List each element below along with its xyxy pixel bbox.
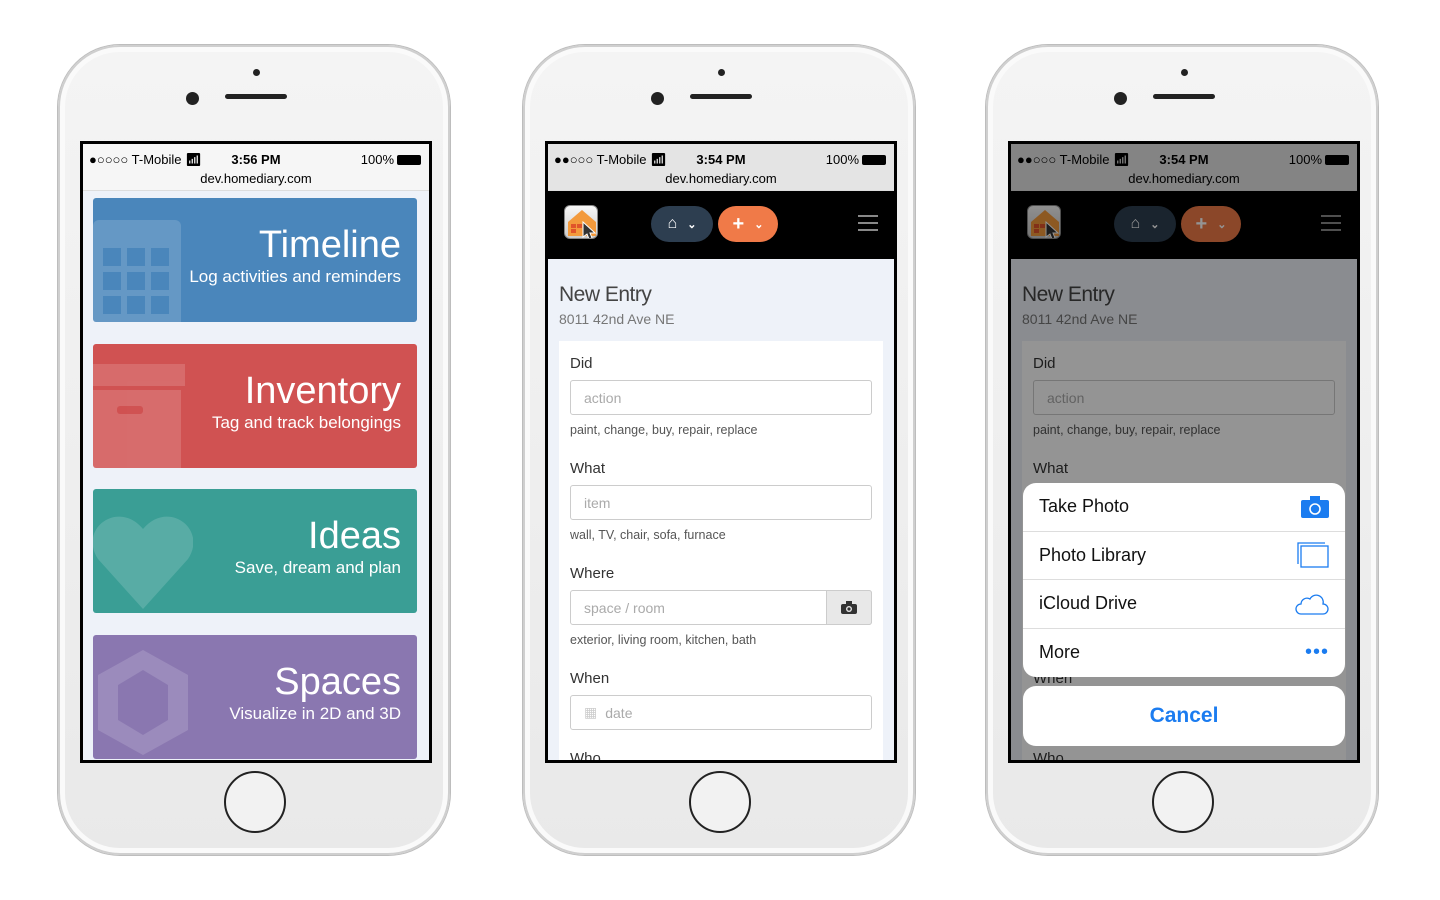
navbar: ⌂ ⌄ + ⌄ — [548, 191, 894, 259]
option-label: More — [1039, 642, 1081, 663]
speaker — [1153, 94, 1215, 99]
main-content: New Entry 8011 42nd Ave NE Did action pa… — [548, 259, 894, 763]
what-input[interactable]: item — [570, 485, 872, 520]
placeholder: date — [605, 704, 633, 721]
status-bar: ●●○○○ T-Mobile 📶︎ 3:54 PM 100% dev.homed… — [548, 144, 894, 191]
where-help: exterior, living room, kitchen, bath — [570, 633, 757, 647]
calendar-icon — [93, 220, 181, 322]
home-button[interactable] — [1152, 771, 1214, 833]
homediary-logo[interactable] — [564, 205, 598, 239]
address-bar[interactable]: dev.homediary.com — [548, 171, 894, 186]
tile-inventory[interactable]: Inventory Tag and track belongings — [93, 344, 417, 468]
photo-library-option[interactable]: Photo Library — [1023, 532, 1345, 580]
front-camera — [186, 92, 199, 105]
did-label: Did — [570, 355, 593, 372]
add-menu-button[interactable]: + ⌄ — [718, 206, 778, 242]
heart-icon — [93, 516, 193, 609]
placeholder: space / room — [584, 599, 665, 616]
chevron-down-icon: ⌄ — [687, 218, 697, 231]
home-menu-button[interactable]: ⌂ ⌄ — [651, 206, 713, 242]
camera-icon — [841, 601, 857, 614]
phone-3: ●●○○○ T-Mobile 📶︎ 3:54 PM 100% dev.homed… — [986, 45, 1378, 855]
what-help: wall, TV, chair, sofa, furnace — [570, 528, 726, 542]
more-icon: ••• — [1304, 641, 1329, 664]
more-option[interactable]: More ••• — [1023, 629, 1345, 678]
app: ⌂ ⌄ + ⌄ New Entry 8011 42nd Ave NE Did act… — [548, 191, 894, 763]
calendar-icon: ▦ — [584, 704, 598, 720]
tile-spaces[interactable]: Spaces Visualize in 2D and 3D — [93, 635, 417, 759]
when-label: When — [570, 670, 610, 687]
speaker — [225, 94, 287, 99]
cloud-icon — [1295, 594, 1329, 615]
take-photo-option[interactable]: Take Photo — [1023, 483, 1345, 532]
proximity-sensor — [718, 69, 725, 76]
icloud-drive-option[interactable]: iCloud Drive — [1023, 580, 1345, 629]
cancel-button[interactable]: Cancel — [1023, 686, 1345, 746]
speaker — [690, 94, 752, 99]
address-subtitle: 8011 42nd Ave NE — [559, 311, 675, 327]
proximity-sensor — [253, 69, 260, 76]
photo-library-icon — [1297, 542, 1329, 568]
cancel-sheet: Cancel — [1023, 686, 1345, 746]
home-button[interactable] — [224, 771, 286, 833]
page-title: New Entry — [559, 283, 652, 306]
address-bar[interactable]: dev.homediary.com — [83, 171, 429, 186]
camera-icon — [1301, 495, 1329, 518]
hamburger-menu-icon[interactable] — [858, 215, 878, 236]
screen: ●●○○○ T-Mobile 📶︎ 3:54 PM 100% dev.homed… — [1008, 141, 1360, 763]
option-label: iCloud Drive — [1039, 593, 1138, 614]
plus-icon: + — [732, 212, 745, 235]
front-camera — [1114, 92, 1127, 105]
battery-level: 100% — [825, 152, 859, 167]
battery-icon — [862, 154, 886, 165]
front-camera — [651, 92, 664, 105]
tile-timeline[interactable]: Timeline Log activities and reminders — [93, 198, 417, 322]
phone-1: ●○○○○ T-Mobile 📶︎ 3:56 PM 100% dev.homed… — [58, 45, 450, 855]
did-help: paint, change, buy, repair, replace — [570, 423, 758, 437]
where-label: Where — [570, 565, 615, 582]
placeholder: action — [584, 389, 622, 406]
battery: 100% — [826, 152, 886, 167]
proximity-sensor — [1181, 69, 1188, 76]
where-input[interactable]: space / room — [570, 590, 872, 625]
option-label: Take Photo — [1039, 496, 1130, 517]
action-sheet: Take Photo Photo Library iCloud Drive Mo… — [1023, 483, 1345, 677]
home-icon: ⌂ — [667, 215, 678, 232]
when-input[interactable]: ▦ date — [570, 695, 872, 730]
home-button[interactable] — [689, 771, 751, 833]
battery-level: 100% — [360, 152, 394, 167]
tile-ideas[interactable]: Ideas Save, dream and plan — [93, 489, 417, 613]
did-input[interactable]: action — [570, 380, 872, 415]
screen: ●○○○○ T-Mobile 📶︎ 3:56 PM 100% dev.homed… — [80, 141, 432, 763]
camera-button[interactable] — [826, 590, 872, 625]
battery: 100% — [361, 152, 421, 167]
what-label: What — [570, 460, 606, 477]
status-bar: ●○○○○ T-Mobile 📶︎ 3:56 PM 100% dev.homed… — [83, 144, 429, 191]
placeholder: item — [584, 494, 611, 511]
battery-icon — [397, 154, 421, 165]
who-label: Who — [570, 750, 601, 763]
option-label: Photo Library — [1039, 544, 1147, 565]
archive-box-icon — [93, 364, 185, 468]
entry-form: Did action paint, change, buy, repair, r… — [559, 341, 883, 763]
chevron-down-icon: ⌄ — [754, 218, 764, 231]
phone-2: ●●○○○ T-Mobile 📶︎ 3:54 PM 100% dev.homed… — [523, 45, 915, 855]
screen: ●●○○○ T-Mobile 📶︎ 3:54 PM 100% dev.homed… — [545, 141, 897, 763]
cube-icon — [98, 650, 188, 755]
